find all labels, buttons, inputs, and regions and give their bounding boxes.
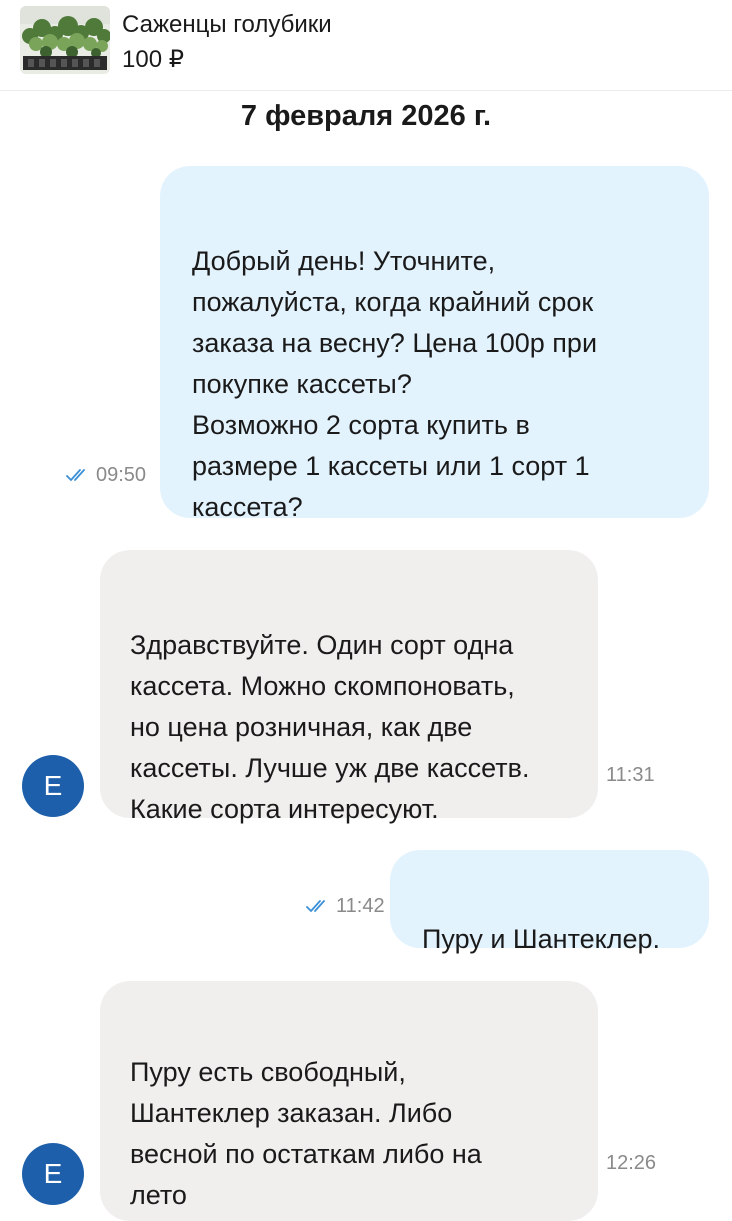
read-checkmarks-icon xyxy=(66,469,85,481)
sender-avatar[interactable]: E xyxy=(22,1143,84,1205)
product-price: 100 ₽ xyxy=(122,46,184,73)
sender-avatar[interactable]: E xyxy=(22,755,84,817)
read-checkmarks-icon xyxy=(306,900,325,912)
outgoing-message-bubble[interactable]: Добрый день! Уточните, пожалуйста, когда… xyxy=(160,166,709,522)
incoming-message-bubble[interactable]: Пуру есть свободный, Шантеклер заказан. … xyxy=(100,981,598,1221)
message-time: 11:42 xyxy=(336,895,385,917)
message-meta: 11:31 xyxy=(606,763,655,787)
date-separator: 7 февраля 2026 г. xyxy=(240,100,492,132)
message-time: 09:50 xyxy=(96,464,147,486)
message-time: 12:26 xyxy=(606,1152,657,1174)
product-title[interactable]: Саженцы голубики xyxy=(122,10,332,40)
message-text: Пуру есть свободный, Шантеклер заказан. … xyxy=(130,1057,482,1210)
message-text: Пуру и Шантеклер. xyxy=(422,924,661,954)
message-time: 11:31 xyxy=(606,764,655,786)
message-text: Добрый день! Уточните, пожалуйста, когда… xyxy=(192,246,598,522)
message-meta: 09:50 xyxy=(66,463,146,487)
product-thumbnail-image[interactable] xyxy=(20,6,110,74)
incoming-message-bubble[interactable]: Здравствуйте. Один сорт одна кассета. Мо… xyxy=(100,550,598,824)
message-meta: 12:26 xyxy=(606,1151,656,1175)
message-text: Здравствуйте. Один сорт одна кассета. Мо… xyxy=(130,630,530,824)
chat-header[interactable]: Саженцы голубики 100 ₽ xyxy=(0,0,732,91)
outgoing-message-bubble[interactable]: Пуру и Шантеклер. xyxy=(390,850,709,954)
message-meta: 11:42 xyxy=(306,894,385,918)
